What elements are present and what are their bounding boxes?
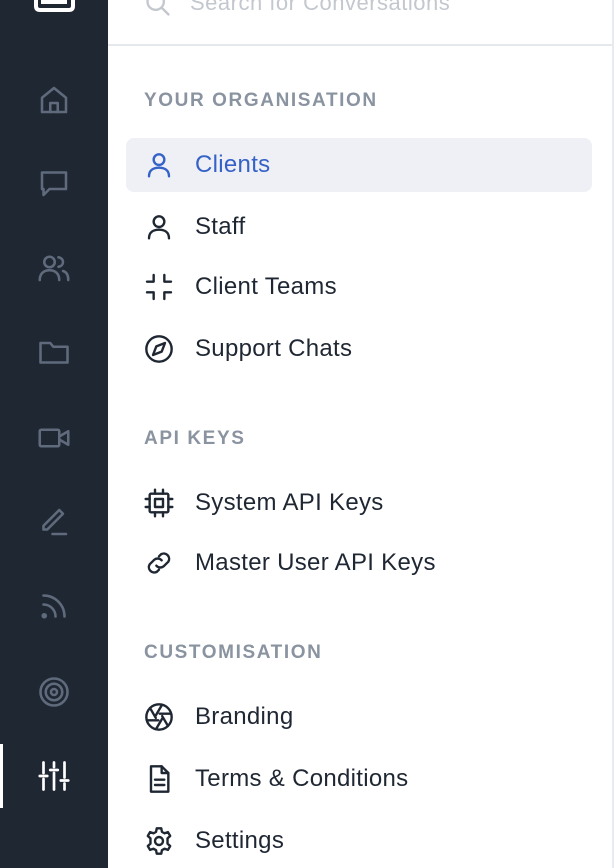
menu-item-label: Staff <box>195 213 246 240</box>
home-icon <box>40 86 68 114</box>
menu-item-system-api-keys[interactable]: System API Keys <box>126 476 592 530</box>
search-bar[interactable]: Search for Conversations <box>108 0 612 46</box>
compass-icon <box>142 332 176 366</box>
sliders-icon <box>38 761 70 791</box>
search-icon <box>146 0 170 16</box>
rail-target-button[interactable] <box>0 660 108 724</box>
menu-item-settings[interactable]: Settings <box>126 814 592 868</box>
menu-item-label: Settings <box>195 827 285 854</box>
user-icon <box>142 210 176 244</box>
icon-rail <box>0 0 108 868</box>
menu-item-label: Master User API Keys <box>195 549 436 576</box>
chat-bubble-icon <box>40 171 68 197</box>
app-window: Search for Conversations YOUR ORGANISATI… <box>0 0 614 868</box>
rail-admin-button[interactable] <box>0 744 108 808</box>
section-heading-customisation: CUSTOMISATION <box>144 642 323 663</box>
menu-item-staff[interactable]: Staff <box>126 200 592 254</box>
rss-icon <box>41 594 66 619</box>
rail-edit-button[interactable] <box>0 490 108 554</box>
gear-icon <box>142 824 176 858</box>
video-camera-icon <box>38 428 70 448</box>
menu-item-label: Branding <box>195 703 294 730</box>
rail-video-button[interactable] <box>0 406 108 470</box>
menu-item-label: Terms & Conditions <box>195 765 409 792</box>
aperture-icon <box>142 700 176 734</box>
user-icon <box>142 148 176 182</box>
menu-item-master-user-api-keys[interactable]: Master User API Keys <box>126 536 592 590</box>
link-icon <box>142 546 176 580</box>
rail-people-button[interactable] <box>0 236 108 300</box>
folder-icon <box>39 341 69 364</box>
menu-item-clients[interactable]: Clients <box>126 138 592 192</box>
target-icon <box>39 677 69 707</box>
menu-item-client-teams[interactable]: Client Teams <box>126 260 592 314</box>
users-icon <box>38 255 70 282</box>
menu-item-label: Client Teams <box>195 273 337 300</box>
menu-item-label: System API Keys <box>195 489 384 516</box>
menu-item-terms-conditions[interactable]: Terms & Conditions <box>126 752 592 806</box>
admin-menu-panel: Search for Conversations YOUR ORGANISATI… <box>108 0 614 868</box>
menu-item-support-chats[interactable]: Support Chats <box>126 322 592 376</box>
collapse-icon <box>142 270 176 304</box>
document-icon <box>142 762 176 796</box>
menu-item-branding[interactable]: Branding <box>126 690 592 744</box>
rail-home-button[interactable] <box>0 68 108 132</box>
pencil-icon <box>42 508 68 536</box>
chip-icon <box>142 486 176 520</box>
search-input[interactable]: Search for Conversations <box>190 0 450 16</box>
menu-item-label: Support Chats <box>195 335 353 362</box>
section-heading-organisation: YOUR ORGANISATION <box>144 90 378 111</box>
rail-feed-button[interactable] <box>0 574 108 638</box>
rail-files-button[interactable] <box>0 320 108 384</box>
menu-item-label: Clients <box>195 151 271 178</box>
rail-messages-button[interactable] <box>0 151 108 215</box>
section-heading-api-keys: API KEYS <box>144 428 246 449</box>
app-logo-icon[interactable] <box>33 0 75 12</box>
